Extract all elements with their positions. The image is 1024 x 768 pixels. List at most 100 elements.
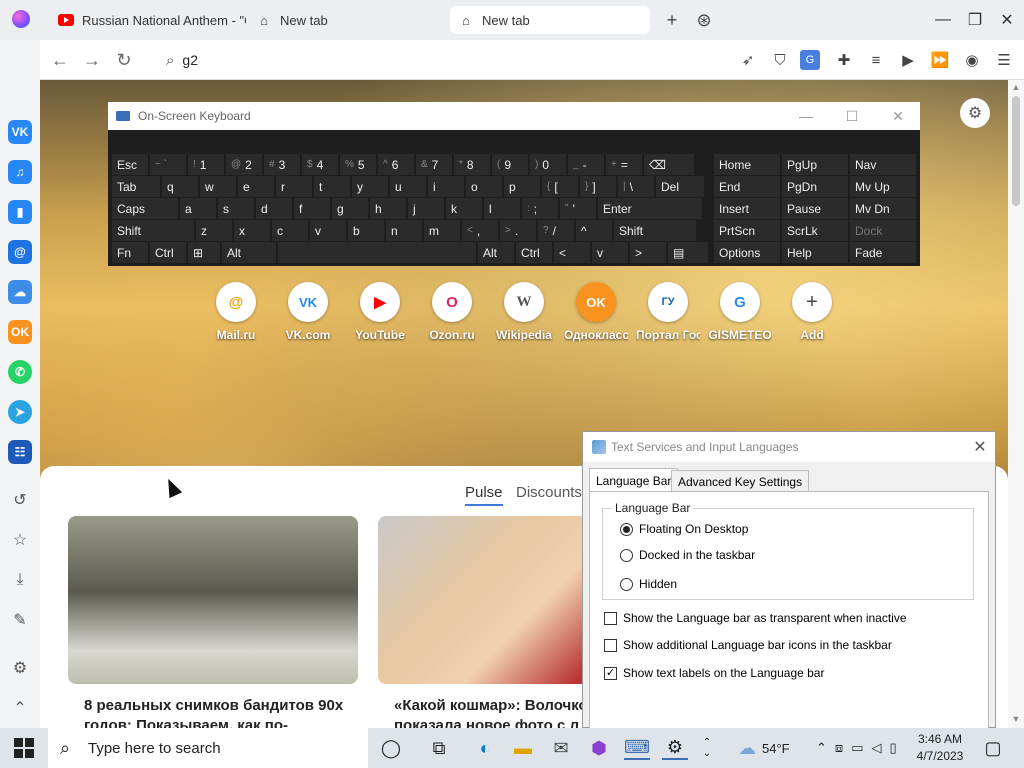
osk-key[interactable]: & 7 bbox=[416, 154, 452, 175]
osk-minimize-button[interactable]: — bbox=[794, 106, 818, 126]
list-icon[interactable]: ☷ bbox=[8, 440, 32, 464]
osk-key[interactable]: + = bbox=[606, 154, 642, 175]
tile-add[interactable]: + Add bbox=[780, 282, 844, 342]
osk-key[interactable]: ⌫ bbox=[644, 154, 694, 175]
vk-icon[interactable]: VK bbox=[8, 120, 32, 144]
tab-youtube[interactable]: Russian National Anthem - "G bbox=[50, 6, 246, 34]
osk-key[interactable]: " ' bbox=[560, 198, 596, 219]
osk-key[interactable]: z bbox=[196, 220, 232, 241]
osk-key[interactable]: ⊞ bbox=[188, 242, 220, 263]
tab-new-1[interactable]: ⌂ New tab bbox=[248, 6, 444, 34]
tile-gismeteo[interactable]: G GISMETEO bbox=[708, 282, 772, 342]
feed-tab-discounts[interactable]: Discounts bbox=[516, 484, 582, 501]
mail-icon[interactable]: @ bbox=[8, 240, 32, 264]
osk-key[interactable]: Ctrl bbox=[150, 242, 186, 263]
forward-button[interactable]: → bbox=[80, 48, 104, 72]
radio-button[interactable] bbox=[620, 577, 633, 591]
osk-key[interactable]: Fn bbox=[112, 242, 148, 263]
osk-taskbar-icon[interactable]: ⌨ bbox=[624, 736, 650, 760]
osk-nav-key[interactable]: PgUp bbox=[782, 154, 848, 175]
osk-key[interactable]: Enter bbox=[598, 198, 702, 219]
restore-button[interactable]: ❐ bbox=[960, 6, 990, 34]
settings-taskbar-icon[interactable]: ⚙ bbox=[662, 736, 688, 760]
osk-key[interactable]: l bbox=[484, 198, 520, 219]
odnoklassniki-icon[interactable]: OK bbox=[8, 320, 32, 344]
osk-key[interactable]: :; bbox=[522, 198, 558, 219]
osk-key[interactable]: (9 bbox=[492, 154, 528, 175]
download-icon[interactable]: ⤓ bbox=[8, 568, 32, 592]
osk-key[interactable]: ! 1 bbox=[188, 154, 224, 175]
osk-key[interactable]: j bbox=[408, 198, 444, 219]
osk-key[interactable]: o bbox=[466, 176, 502, 197]
osk-close-button[interactable]: ✕ bbox=[886, 106, 910, 126]
osk-key[interactable]: ▤ bbox=[668, 242, 708, 263]
osk-key[interactable]: r bbox=[276, 176, 312, 197]
feed-tab-pulse[interactable]: Pulse bbox=[465, 484, 503, 506]
osk-key[interactable]: ^ 6 bbox=[378, 154, 414, 175]
tray-expand-icon[interactable]: ⌃ bbox=[816, 740, 827, 756]
osk-nav-key[interactable]: Home bbox=[714, 154, 780, 175]
osk-nav-key[interactable]: ScrLk bbox=[782, 220, 848, 241]
network-icon[interactable]: ▭ bbox=[851, 740, 863, 756]
playlist-icon[interactable]: ≡ bbox=[864, 48, 888, 72]
menu-icon[interactable]: ☰ bbox=[992, 48, 1016, 72]
osk-key[interactable]: ? / bbox=[538, 220, 574, 241]
browser-logo-icon[interactable] bbox=[12, 10, 30, 28]
reload-button[interactable]: ↻ bbox=[112, 48, 136, 72]
osk-key[interactable]: Shift bbox=[614, 220, 696, 241]
osk-key[interactable]: g bbox=[332, 198, 368, 219]
back-button[interactable]: ← bbox=[48, 48, 72, 72]
osk-key[interactable]: e bbox=[238, 176, 274, 197]
osk-key[interactable]: s bbox=[218, 198, 254, 219]
page-settings-icon[interactable]: ⚙ bbox=[960, 98, 990, 128]
scroll-thumb[interactable] bbox=[1012, 96, 1020, 206]
tile-wikipedia[interactable]: W Wikipedia bbox=[492, 282, 556, 342]
osk-key[interactable]: {[ bbox=[542, 176, 578, 197]
news-card[interactable]: 8 реальных снимков бандитов 90х годов: П… bbox=[68, 516, 358, 728]
osk-key[interactable]: c bbox=[272, 220, 308, 241]
osk-nav-key[interactable]: Help bbox=[782, 242, 848, 263]
mail-icon[interactable]: ✉ bbox=[548, 736, 574, 760]
osk-key[interactable]: x bbox=[234, 220, 270, 241]
osk-key[interactable]: d bbox=[256, 198, 292, 219]
telegram-icon[interactable]: ➤ bbox=[8, 400, 32, 424]
tile-mailru[interactable]: @ Mail.ru bbox=[204, 282, 268, 342]
osk-key[interactable]: < bbox=[554, 242, 590, 263]
dialog-titlebar[interactable]: Text Services and Input Languages ✕ bbox=[583, 432, 995, 462]
volume-icon[interactable]: ◁ bbox=[871, 740, 881, 756]
osk-key[interactable]: >. bbox=[500, 220, 536, 241]
osk-key[interactable]: * 8 bbox=[454, 154, 490, 175]
osk-titlebar[interactable]: On-Screen Keyboard — ☐ ✕ bbox=[108, 102, 920, 130]
tile-odnoklassniki[interactable]: OK Одноклассники bbox=[564, 282, 628, 342]
osk-key[interactable]: n bbox=[386, 220, 422, 241]
meet-now-icon[interactable]: ⧈ bbox=[835, 740, 843, 756]
check-transparent[interactable]: Show the Language bar as transparent whe… bbox=[604, 611, 907, 625]
profile-icon[interactable]: ◉ bbox=[960, 48, 984, 72]
radio-button[interactable] bbox=[620, 548, 633, 562]
osk-key[interactable]: y bbox=[352, 176, 388, 197]
windows-start-icon[interactable] bbox=[14, 738, 34, 758]
notification-icon[interactable]: ▢ bbox=[980, 736, 1006, 760]
power-icon[interactable]: ▯ bbox=[889, 740, 896, 756]
check-text-labels[interactable]: ✓ Show text labels on the Language bar bbox=[604, 666, 824, 680]
tab-advanced-key-settings[interactable]: Advanced Key Settings bbox=[671, 470, 810, 492]
task-view-icon[interactable]: ⧉ bbox=[426, 736, 452, 760]
osk-key[interactable]: | \ bbox=[618, 176, 654, 197]
osk-nav-key[interactable]: Pause bbox=[782, 198, 848, 219]
cortana-icon[interactable]: ◯ bbox=[378, 736, 404, 760]
radio-floating[interactable]: Floating On Desktop bbox=[620, 522, 748, 536]
osk-nav-key[interactable]: Fade bbox=[850, 242, 916, 263]
osk-key[interactable]: Del bbox=[656, 176, 704, 197]
osk-key[interactable]: b bbox=[348, 220, 384, 241]
osk-maximize-button[interactable]: ☐ bbox=[840, 106, 864, 126]
osk-key[interactable]: w bbox=[200, 176, 236, 197]
osk-key[interactable]: Ctrl bbox=[516, 242, 552, 263]
brush-icon[interactable]: ✎ bbox=[8, 608, 32, 632]
check-additional-icons[interactable]: Show additional Language bar icons in th… bbox=[604, 638, 892, 652]
edge-icon[interactable]: ◐ bbox=[472, 736, 498, 760]
osk-key[interactable]: ^ bbox=[576, 220, 612, 241]
scroll-up-icon[interactable]: ▲ bbox=[1010, 82, 1022, 94]
checkbox[interactable] bbox=[604, 611, 617, 625]
collapse-icon[interactable]: ⌃ bbox=[8, 696, 32, 720]
osk-key[interactable]: i bbox=[428, 176, 464, 197]
